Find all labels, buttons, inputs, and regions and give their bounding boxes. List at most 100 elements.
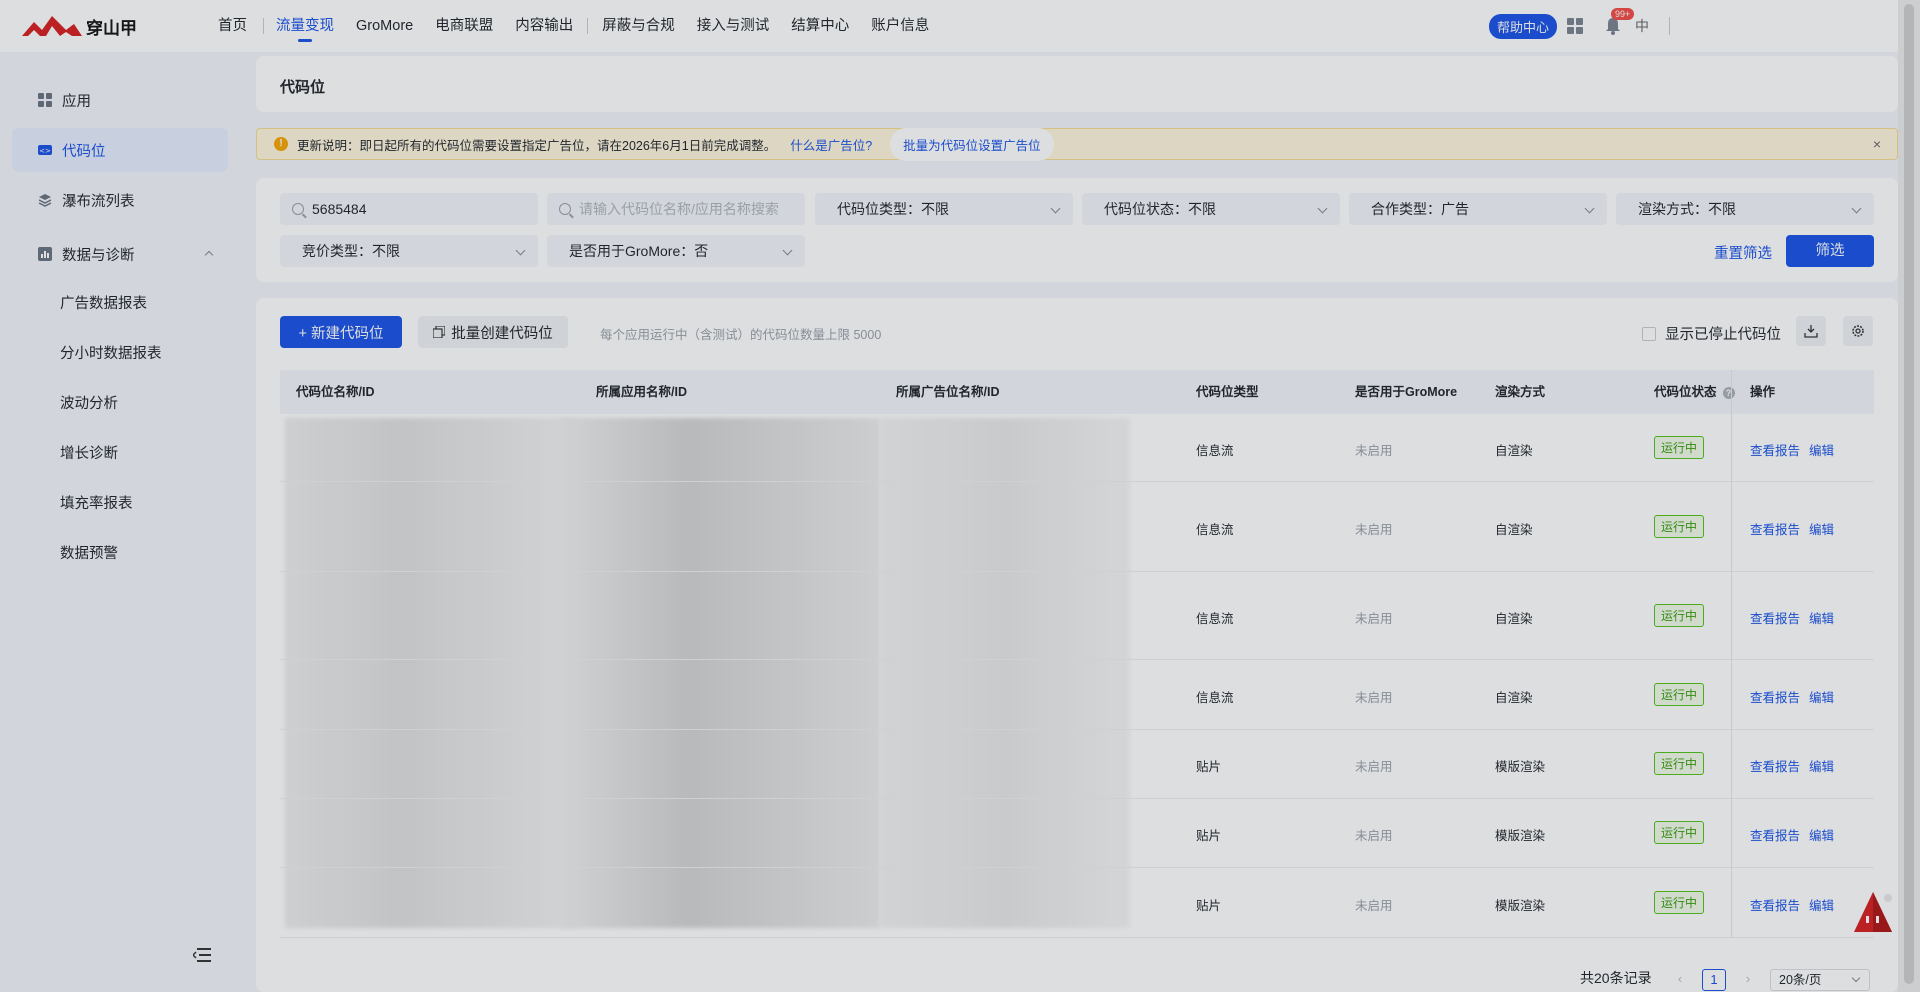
total-records: 共20条记录	[1580, 970, 1652, 986]
close-icon[interactable]: ×	[1873, 136, 1881, 152]
slot-type-select[interactable]: 代码位类型：不限	[815, 193, 1073, 225]
batch-create-button[interactable]: 批量创建代码位	[418, 316, 568, 348]
status-badge: 运行中	[1654, 891, 1705, 914]
chevron-down-icon	[1584, 203, 1595, 214]
help-center-button[interactable]: 帮助中心	[1488, 13, 1557, 39]
col-header-app-name: 所属应用名称/ID	[596, 385, 687, 399]
page-number-current[interactable]: 1	[1702, 969, 1726, 991]
reset-filters-link[interactable]: 重置筛选	[1714, 242, 1772, 263]
coop-type-select[interactable]: 合作类型：广告	[1349, 193, 1607, 225]
status-badge: 运行中	[1654, 821, 1705, 844]
select-value: 渲染方式：不限	[1638, 201, 1736, 217]
col-header-slot-name: 代码位名称/ID	[296, 385, 375, 399]
cell-render-mode: 自渲染	[1495, 691, 1533, 705]
cell-slot-type: 信息流	[1196, 523, 1234, 537]
prev-page-icon[interactable]: ‹	[1668, 969, 1692, 991]
sidebar-item-code-slots[interactable]: <> 代码位	[12, 128, 228, 172]
chevron-up-icon[interactable]	[204, 250, 214, 260]
sidebar-item-apps[interactable]: 应用	[12, 78, 228, 122]
nav-content-output[interactable]: 内容输出	[515, 0, 573, 52]
download-icon[interactable]	[1796, 316, 1826, 346]
select-value: 代码位状态：不限	[1104, 201, 1216, 217]
notification-bell-icon[interactable]: 99+	[1605, 8, 1635, 35]
search-input-value: 5685484	[312, 201, 367, 217]
view-report-link[interactable]: 查看报告	[1750, 440, 1800, 459]
edit-link[interactable]: 编辑	[1809, 519, 1834, 538]
select-value: 代码位类型：不限	[837, 201, 949, 217]
collapse-sidebar-icon[interactable]	[191, 948, 211, 962]
view-report-link[interactable]: 查看报告	[1750, 895, 1800, 914]
toolbar-divider	[1669, 17, 1670, 35]
sidebar-item-waterfall-list[interactable]: 瀑布流列表	[12, 178, 228, 222]
name-search-input[interactable]: 请输入代码位名称/应用名称搜索	[547, 193, 805, 225]
page-size-select[interactable]: 20条/页	[1770, 969, 1870, 991]
nav-divider	[587, 18, 589, 34]
app-grid-icon	[38, 93, 52, 107]
sidebar-item-label: 数据与诊断	[62, 247, 135, 264]
table-row: 贴片 未启用 模版渲染 运行中 查看报告 编辑	[280, 799, 1874, 868]
bid-type-select[interactable]: 竞价类型：不限	[280, 235, 538, 267]
edit-link[interactable]: 编辑	[1809, 440, 1834, 459]
sidebar-item-data-diagnosis[interactable]: 数据与诊断	[12, 232, 228, 276]
edit-link[interactable]: 编辑	[1809, 687, 1834, 706]
chevron-down-icon	[515, 245, 526, 256]
nav-traffic-monetization[interactable]: 流量变现	[276, 0, 334, 52]
render-mode-select[interactable]: 渲染方式：不限	[1616, 193, 1874, 225]
what-is-ad-position-link[interactable]: 什么是广告位?	[790, 135, 872, 154]
cell-render-mode: 自渲染	[1495, 444, 1533, 458]
apps-grid-icon[interactable]	[1567, 18, 1583, 34]
edit-link[interactable]: 编辑	[1809, 825, 1834, 844]
chevron-down-icon	[1851, 203, 1862, 214]
search-icon	[292, 203, 304, 215]
batch-set-ad-position-button[interactable]: 批量为代码位设置广告位	[890, 127, 1054, 161]
view-report-link[interactable]: 查看报告	[1750, 756, 1800, 775]
page-scrollbar[interactable]	[1898, 0, 1920, 992]
main-nav: 首页 流量变现 GroMore 电商联盟 内容输出 屏蔽与合规 接入与测试 结算…	[218, 0, 951, 52]
nav-gromore[interactable]: GroMore	[356, 0, 413, 52]
language-switch[interactable]: 中	[1635, 16, 1649, 36]
data-icon	[38, 247, 52, 261]
show-stopped-checkbox[interactable]: 显示已停止代码位	[1642, 323, 1781, 344]
brand-logo[interactable]: 穿山甲	[22, 14, 218, 39]
slot-status-select[interactable]: 代码位状态：不限	[1082, 193, 1340, 225]
view-report-link[interactable]: 查看报告	[1750, 519, 1800, 538]
nav-integration-testing[interactable]: 接入与测试	[697, 0, 770, 52]
cell-slot-type: 信息流	[1196, 691, 1234, 705]
update-notice-banner: ! 更新说明：即日起所有的代码位需要设置指定广告位，请在2026年6月1日前完成…	[256, 127, 1898, 161]
new-code-slot-button[interactable]: + 新建代码位	[280, 316, 402, 348]
table-row: 信息流 未启用 自渲染 运行中 查看报告 编辑	[280, 482, 1874, 572]
sidebar-subitem-data-alert[interactable]: 数据预警	[60, 542, 118, 563]
sidebar-subitem-fill-rate-report[interactable]: 填充率报表	[60, 492, 133, 513]
settings-gear-icon[interactable]	[1843, 316, 1873, 346]
sidebar-subitem-hourly-report[interactable]: 分小时数据报表	[60, 342, 162, 363]
sidebar-subitem-ad-data-report[interactable]: 广告数据报表	[60, 292, 147, 313]
fixed-column-divider	[1731, 370, 1732, 938]
nav-settlement-center[interactable]: 结算中心	[791, 0, 849, 52]
code-slot-id-search-input[interactable]: 5685484	[280, 193, 538, 225]
nav-home[interactable]: 首页	[218, 0, 247, 52]
next-page-icon[interactable]: ›	[1736, 969, 1760, 991]
sidebar-subitem-growth-diagnosis[interactable]: 增长诊断	[60, 442, 118, 463]
gromore-select[interactable]: 是否用于GroMore：否	[547, 235, 805, 267]
page-header-card	[256, 56, 1898, 112]
checkbox-box[interactable]	[1642, 326, 1656, 341]
view-report-link[interactable]: 查看报告	[1750, 608, 1800, 627]
nav-account-info[interactable]: 账户信息	[871, 0, 929, 52]
view-report-link[interactable]: 查看报告	[1750, 687, 1800, 706]
help-icon[interactable]: ?	[1722, 387, 1735, 399]
page-size-value: 20条/页	[1779, 973, 1822, 987]
apply-filter-button[interactable]: 筛选	[1786, 235, 1874, 267]
user-account-area[interactable]	[1688, 12, 1898, 40]
status-badge: 运行中	[1654, 515, 1705, 538]
edit-link[interactable]: 编辑	[1809, 608, 1834, 627]
edit-link[interactable]: 编辑	[1809, 756, 1834, 775]
cell-gromore: 未启用	[1355, 899, 1393, 913]
nav-blocking-compliance[interactable]: 屏蔽与合规	[602, 0, 675, 52]
sidebar-subitem-fluctuation-analysis[interactable]: 波动分析	[60, 392, 118, 413]
edit-link[interactable]: 编辑	[1809, 895, 1834, 914]
assistant-mascot-icon[interactable]	[1852, 890, 1894, 936]
nav-ecommerce-alliance[interactable]: 电商联盟	[435, 0, 493, 52]
chevron-down-icon	[1851, 973, 1861, 983]
scrollbar-thumb[interactable]	[1904, 4, 1914, 984]
view-report-link[interactable]: 查看报告	[1750, 825, 1800, 844]
